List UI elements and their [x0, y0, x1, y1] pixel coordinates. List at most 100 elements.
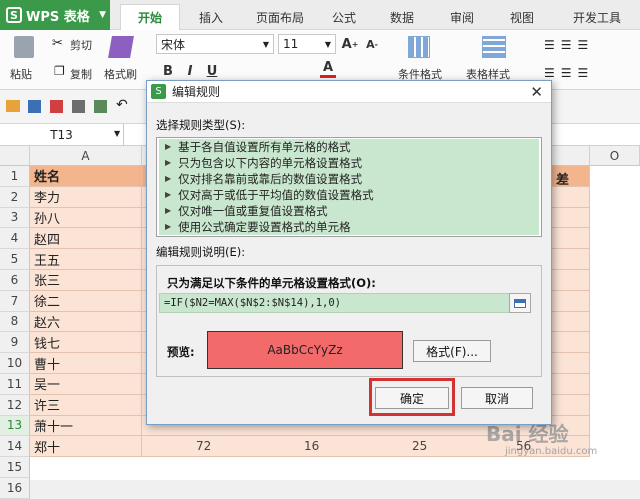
rule-type-item[interactable]: ▶ 基于各自值设置所有单元格的格式: [159, 139, 539, 155]
tab-developer[interactable]: 开发工具: [560, 4, 634, 30]
arrow-right-icon: ▶: [165, 158, 172, 168]
row-header[interactable]: 12: [0, 394, 30, 416]
italic-icon[interactable]: I: [182, 62, 198, 80]
format-painter-button[interactable]: 格式刷: [104, 66, 137, 82]
align-left-icons[interactable]: ☰☰☰: [544, 66, 594, 80]
row-header[interactable]: 6: [0, 270, 30, 291]
rule-type-text: 仅对唯一值或重复值设置格式: [178, 203, 328, 218]
cut-button[interactable]: 剪切: [70, 37, 92, 53]
rule-type-item[interactable]: ▶ 仅对排名靠前或靠后的数值设置格式: [159, 171, 539, 187]
row-header[interactable]: 7: [0, 290, 30, 312]
name-cell[interactable]: 王五: [30, 249, 142, 270]
bold-icon[interactable]: B: [160, 62, 176, 80]
rule-type-text: 仅对排名靠前或靠后的数值设置格式: [178, 171, 363, 186]
row-header[interactable]: 1: [0, 166, 30, 187]
app-menu-button[interactable]: S WPS 表格 ▼: [0, 0, 110, 30]
header-cell-partial: 差: [556, 173, 570, 188]
dialog-title: 编辑规则: [172, 85, 221, 99]
tab-data[interactable]: 数据: [380, 4, 424, 30]
value-cell[interactable]: 25: [412, 439, 427, 453]
copy-icon: ❐: [54, 64, 65, 78]
tab-page-layout[interactable]: 页面布局: [244, 4, 316, 30]
wps-logo-icon: S: [151, 84, 166, 99]
shrink-font-icon[interactable]: A-: [364, 35, 380, 53]
rule-type-text: 基于各自值设置所有单元格的格式: [178, 139, 351, 154]
rule-type-text: 只为包含以下内容的单元格设置格式: [178, 155, 363, 170]
arrow-right-icon: ▶: [165, 142, 172, 152]
row-header[interactable]: 11: [0, 374, 30, 395]
edit-rule-dialog: S 编辑规则 ✕ 选择规则类型(S): ▶ 基于各自值设置所有单元格的格式 ▶ 只为…: [146, 80, 552, 425]
row-header[interactable]: 5: [0, 249, 30, 270]
column-header-a[interactable]: A: [30, 146, 142, 166]
chevron-down-icon[interactable]: ▼: [114, 129, 120, 138]
arrow-right-icon: ▶: [165, 222, 172, 232]
ok-button[interactable]: 确定: [375, 387, 449, 409]
font-size-select[interactable]: 11 ▼: [278, 34, 336, 54]
name-cell[interactable]: 许三: [30, 394, 142, 416]
underline-icon[interactable]: U: [204, 62, 220, 80]
save-icon[interactable]: [28, 100, 41, 113]
font-color-icon[interactable]: A: [320, 60, 336, 78]
tab-insert[interactable]: 插入: [186, 4, 236, 30]
preview-icon[interactable]: [94, 100, 107, 113]
header-cell-name[interactable]: 姓名: [30, 166, 142, 187]
print-icon[interactable]: [72, 100, 85, 113]
app-name: WPS 表格: [26, 9, 90, 25]
name-cell[interactable]: 萧十一: [30, 415, 142, 437]
close-icon[interactable]: ✕: [530, 83, 543, 101]
row-header[interactable]: 10: [0, 353, 30, 374]
row-header[interactable]: 16: [0, 478, 30, 499]
tab-review[interactable]: 审阅: [440, 4, 484, 30]
name-cell[interactable]: 曹十: [30, 353, 142, 374]
rule-type-item[interactable]: ▶ 仅对唯一值或重复值设置格式: [159, 203, 539, 219]
name-cell[interactable]: 徐二: [30, 290, 142, 312]
row-header[interactable]: 13: [0, 415, 30, 437]
grow-font-icon[interactable]: A +: [342, 35, 359, 53]
name-cell[interactable]: 李力: [30, 186, 142, 208]
row-header[interactable]: 2: [0, 186, 30, 208]
row-header[interactable]: 9: [0, 332, 30, 354]
name-cell[interactable]: 吴一: [30, 374, 142, 395]
format-button[interactable]: 格式(F)...: [413, 340, 491, 362]
name-cell[interactable]: 钱七: [30, 332, 142, 354]
scissors-icon: ✂: [52, 36, 63, 51]
row-header[interactable]: 15: [0, 457, 30, 478]
name-cell[interactable]: 孙八: [30, 207, 142, 229]
font-family-select[interactable]: 宋体 ▼: [156, 34, 274, 54]
font-size-value: 11: [283, 37, 299, 51]
name-cell[interactable]: 赵四: [30, 228, 142, 250]
cancel-button[interactable]: 取消: [461, 387, 533, 409]
row-header[interactable]: 8: [0, 311, 30, 333]
row-header[interactable]: 4: [0, 228, 30, 250]
name-cell[interactable]: 赵六: [30, 311, 142, 333]
chevron-down-icon: ▼: [99, 10, 106, 20]
undo-icon[interactable]: ↶: [116, 97, 128, 113]
arrow-right-icon: ▶: [165, 174, 172, 184]
rule-type-label: 选择规则类型(S):: [156, 118, 246, 132]
range-select-button[interactable]: [509, 293, 531, 313]
title-bar: S WPS 表格 ▼ 开始 插入 页面布局 公式 数据 审阅 视图 开发工具: [0, 0, 640, 30]
formula-input[interactable]: =IF($N2=MAX($N$2:$N$14),1,0): [159, 293, 519, 313]
rule-type-list[interactable]: ▶ 基于各自值设置所有单元格的格式 ▶ 只为包含以下内容的单元格设置格式 ▶ 仅对排名…: [156, 137, 542, 237]
name-cell[interactable]: 张三: [30, 270, 142, 291]
tab-view[interactable]: 视图: [500, 4, 544, 30]
copy-button[interactable]: 复制: [70, 66, 92, 82]
align-top-icons[interactable]: ☰☰☰: [544, 38, 594, 52]
row-header[interactable]: 3: [0, 207, 30, 229]
paste-button[interactable]: 粘贴: [10, 66, 32, 82]
row-header[interactable]: 14: [0, 436, 30, 458]
column-header-o[interactable]: O: [590, 146, 640, 166]
value-cell[interactable]: 72: [196, 439, 211, 453]
tab-home[interactable]: 开始: [120, 4, 180, 30]
export-pdf-icon[interactable]: [50, 100, 63, 113]
rule-type-item[interactable]: ▶ 仅对高于或低于平均值的数值设置格式: [159, 187, 539, 203]
rule-type-item[interactable]: ▶ 只为包含以下内容的单元格设置格式: [159, 155, 539, 171]
value-cell[interactable]: 16: [304, 439, 319, 453]
open-folder-icon[interactable]: [6, 100, 20, 112]
select-all-corner[interactable]: [0, 146, 30, 166]
arrow-right-icon: ▶: [165, 206, 172, 216]
name-box[interactable]: T13: [0, 124, 124, 146]
tab-formulas[interactable]: 公式: [322, 4, 366, 30]
rule-type-item-selected[interactable]: ▶ 使用公式确定要设置格式的单元格: [159, 219, 539, 235]
name-cell[interactable]: 郑十: [30, 436, 142, 458]
